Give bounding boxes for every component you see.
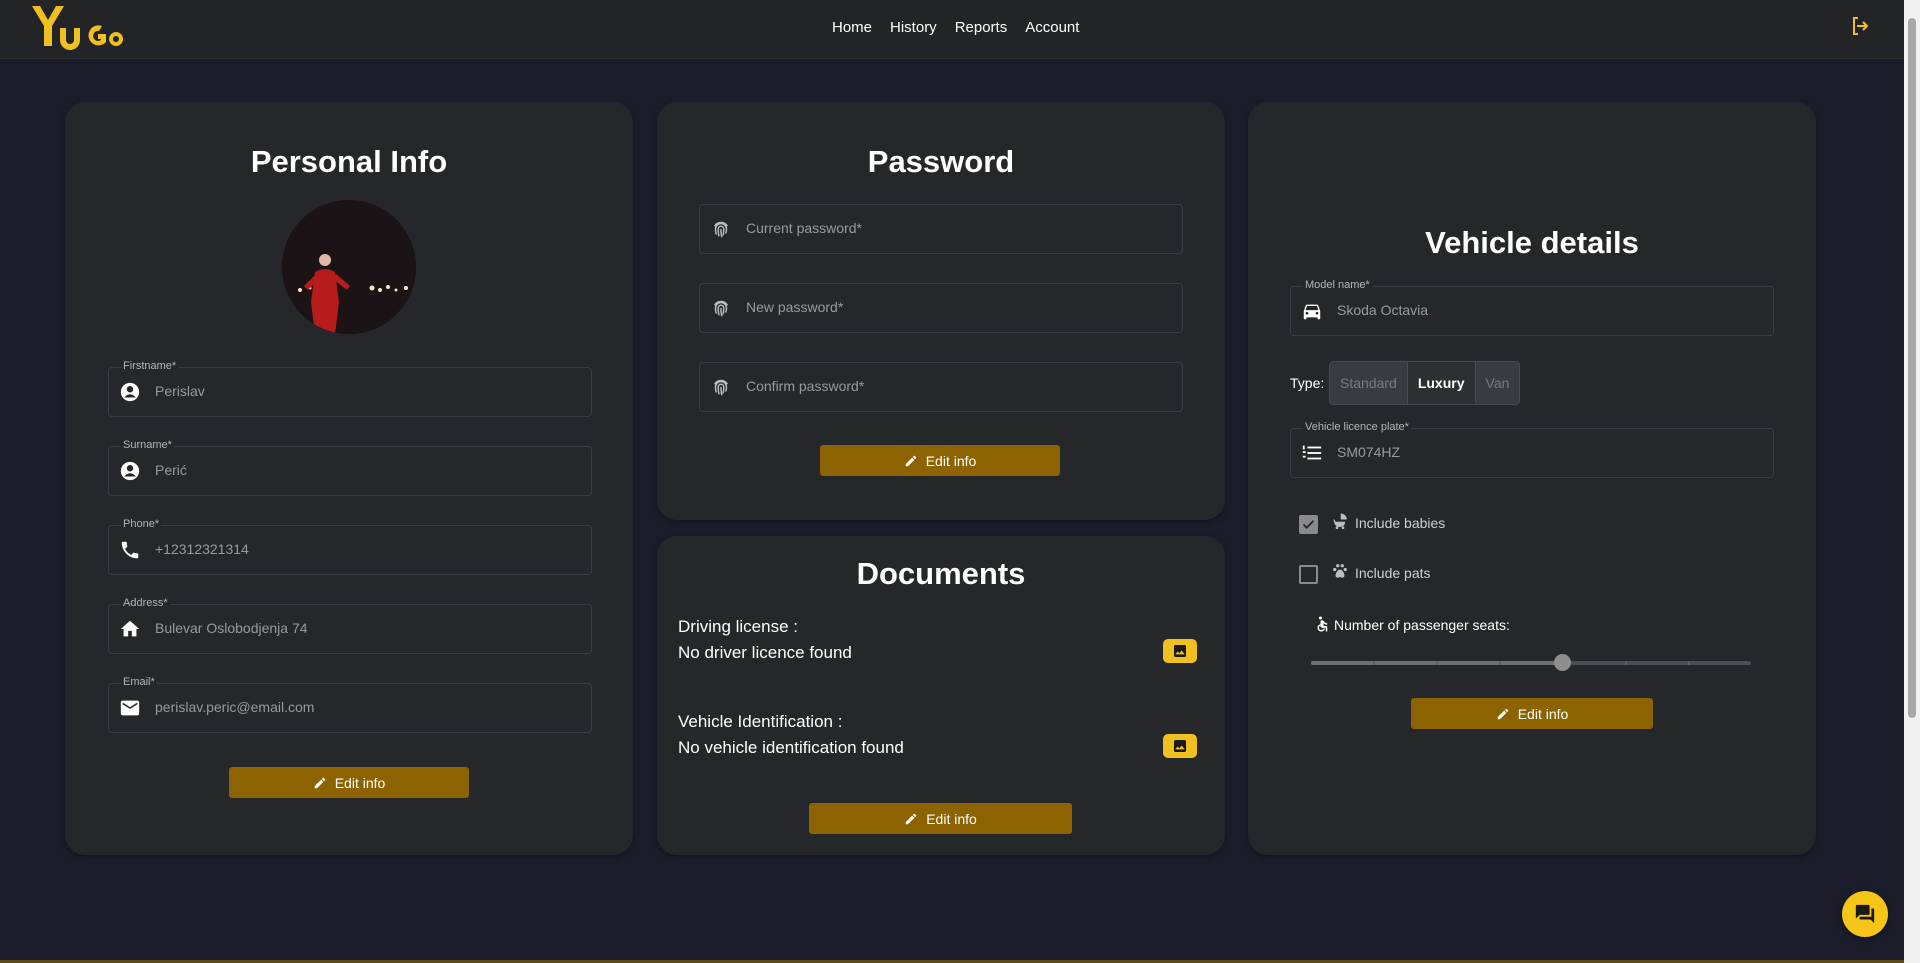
address-field[interactable]: Address* Bulevar Oslobodjenja 74 bbox=[108, 597, 592, 654]
model-name-label: Model name* bbox=[1303, 279, 1372, 291]
logout-icon[interactable] bbox=[1849, 14, 1873, 38]
firstname-field[interactable]: Firstname* Perislav bbox=[108, 360, 592, 417]
fingerprint-icon bbox=[710, 376, 732, 398]
account-circle-icon bbox=[119, 460, 141, 482]
documents-title: Documents bbox=[856, 556, 1026, 591]
list-numbered-icon bbox=[1301, 442, 1323, 464]
phone-value: +12312321314 bbox=[155, 541, 249, 557]
car-icon bbox=[1301, 300, 1323, 322]
new-password-input[interactable] bbox=[746, 299, 1126, 315]
image-icon bbox=[1174, 645, 1186, 657]
phone-icon bbox=[119, 539, 141, 561]
fingerprint-icon bbox=[710, 297, 732, 319]
surname-label: Surname* bbox=[121, 439, 174, 451]
nav-home[interactable]: Home bbox=[832, 19, 872, 36]
vehicle-identification-status: No vehicle identification found bbox=[678, 738, 904, 757]
licence-plate-label: Vehicle licence plate* bbox=[1303, 421, 1411, 433]
surname-value: Perić bbox=[155, 462, 187, 478]
licence-plate-value: SM074HZ bbox=[1337, 444, 1401, 460]
chat-icon bbox=[1855, 904, 1875, 924]
personal-info-title: Personal Info bbox=[250, 144, 448, 179]
seats-slider[interactable] bbox=[1311, 654, 1751, 671]
vertical-scrollbar[interactable] bbox=[1904, 0, 1920, 963]
chat-button[interactable] bbox=[1842, 891, 1888, 937]
surname-field[interactable]: Surname* Perić bbox=[108, 439, 592, 496]
slider-tick bbox=[1625, 661, 1627, 665]
confirm-password-field[interactable] bbox=[699, 362, 1183, 412]
driving-license-status: No driver licence found bbox=[678, 643, 852, 662]
vehicle-type-toggle: Standard Luxury Van bbox=[1329, 361, 1521, 405]
fingerprint-icon bbox=[710, 218, 732, 240]
type-label: Type: bbox=[1290, 375, 1325, 391]
slider-tick bbox=[1688, 661, 1690, 665]
nav-history[interactable]: History bbox=[890, 19, 937, 36]
model-name-value: Skoda Octavia bbox=[1337, 302, 1429, 318]
vehicle-edit-label: Edit info bbox=[1517, 705, 1569, 722]
paw-icon bbox=[1331, 562, 1349, 585]
pencil-icon bbox=[905, 813, 917, 824]
pencil-icon bbox=[1497, 708, 1508, 719]
nav-account[interactable]: Account bbox=[1025, 19, 1079, 36]
vehicle-edit-button[interactable]: Edit info bbox=[1411, 698, 1653, 729]
phone-label: Phone* bbox=[121, 518, 162, 530]
seats-label: Number of passenger seats: bbox=[1334, 617, 1510, 633]
accessible-icon bbox=[1313, 615, 1331, 638]
driving-license-label: Driving license : bbox=[678, 617, 798, 636]
scrollbar-thumb[interactable] bbox=[1908, 18, 1916, 718]
stroller-icon bbox=[1331, 512, 1349, 535]
vehicle-identification-image-button[interactable] bbox=[1163, 734, 1197, 758]
include-pets-checkbox[interactable] bbox=[1299, 565, 1318, 584]
licence-plate-field[interactable]: Vehicle licence plate* SM074HZ bbox=[1290, 421, 1774, 478]
mail-icon bbox=[119, 697, 141, 719]
include-babies-checkbox[interactable] bbox=[1299, 515, 1318, 534]
vehicle-identification-label: Vehicle Identification : bbox=[678, 712, 843, 731]
address-value: Bulevar Oslobodjenja 74 bbox=[155, 620, 308, 636]
password-title: Password bbox=[867, 144, 1015, 179]
pencil-icon bbox=[314, 777, 325, 788]
type-van-option[interactable]: Van bbox=[1475, 362, 1520, 404]
pencil-icon bbox=[905, 455, 916, 466]
type-luxury-option[interactable]: Luxury bbox=[1407, 362, 1476, 404]
slider-tick bbox=[1499, 661, 1501, 665]
account-circle-icon bbox=[119, 381, 141, 403]
documents-edit-label: Edit info bbox=[926, 810, 977, 827]
main-nav: Home History Reports Account bbox=[832, 19, 1079, 36]
slider-tick bbox=[1436, 661, 1438, 665]
confirm-password-input[interactable] bbox=[746, 378, 1126, 394]
email-label: Email* bbox=[121, 676, 157, 688]
address-label: Address* bbox=[121, 597, 170, 609]
current-password-input[interactable] bbox=[746, 220, 1126, 236]
password-edit-button[interactable]: Edit info bbox=[820, 445, 1060, 476]
personal-edit-button[interactable]: Edit info bbox=[229, 767, 469, 798]
email-field[interactable]: Email* perislav.peric@email.com bbox=[108, 676, 592, 733]
type-standard-option[interactable]: Standard bbox=[1330, 362, 1408, 404]
email-value: perislav.peric@email.com bbox=[155, 699, 315, 715]
firstname-label: Firstname* bbox=[121, 360, 179, 372]
phone-field[interactable]: Phone* +12312321314 bbox=[108, 518, 592, 575]
nav-reports[interactable]: Reports bbox=[955, 19, 1008, 36]
home-icon bbox=[119, 618, 141, 640]
image-icon bbox=[1174, 740, 1186, 752]
slider-tick bbox=[1373, 661, 1375, 665]
driving-license-image-button[interactable] bbox=[1163, 639, 1197, 663]
yugo-logo[interactable] bbox=[30, 2, 126, 59]
avatar[interactable] bbox=[282, 200, 416, 334]
password-edit-label: Edit info bbox=[925, 452, 977, 469]
personal-edit-label: Edit info bbox=[334, 774, 386, 791]
current-password-field[interactable] bbox=[699, 204, 1183, 254]
vehicle-title: Vehicle details bbox=[1425, 225, 1639, 260]
documents-edit-button[interactable]: Edit info bbox=[809, 803, 1072, 834]
check-icon bbox=[1302, 520, 1315, 529]
vehicle-card: Vehicle details bbox=[1248, 102, 1816, 855]
top-bar: Home History Reports Account bbox=[0, 0, 1904, 59]
include-babies-label: Include babies bbox=[1355, 515, 1446, 531]
include-pets-label: Include pats bbox=[1355, 565, 1431, 581]
firstname-value: Perislav bbox=[155, 383, 205, 399]
model-name-field[interactable]: Model name* Skoda Octavia bbox=[1290, 279, 1774, 336]
new-password-field[interactable] bbox=[699, 283, 1183, 333]
seats-slider-thumb[interactable] bbox=[1553, 654, 1571, 671]
